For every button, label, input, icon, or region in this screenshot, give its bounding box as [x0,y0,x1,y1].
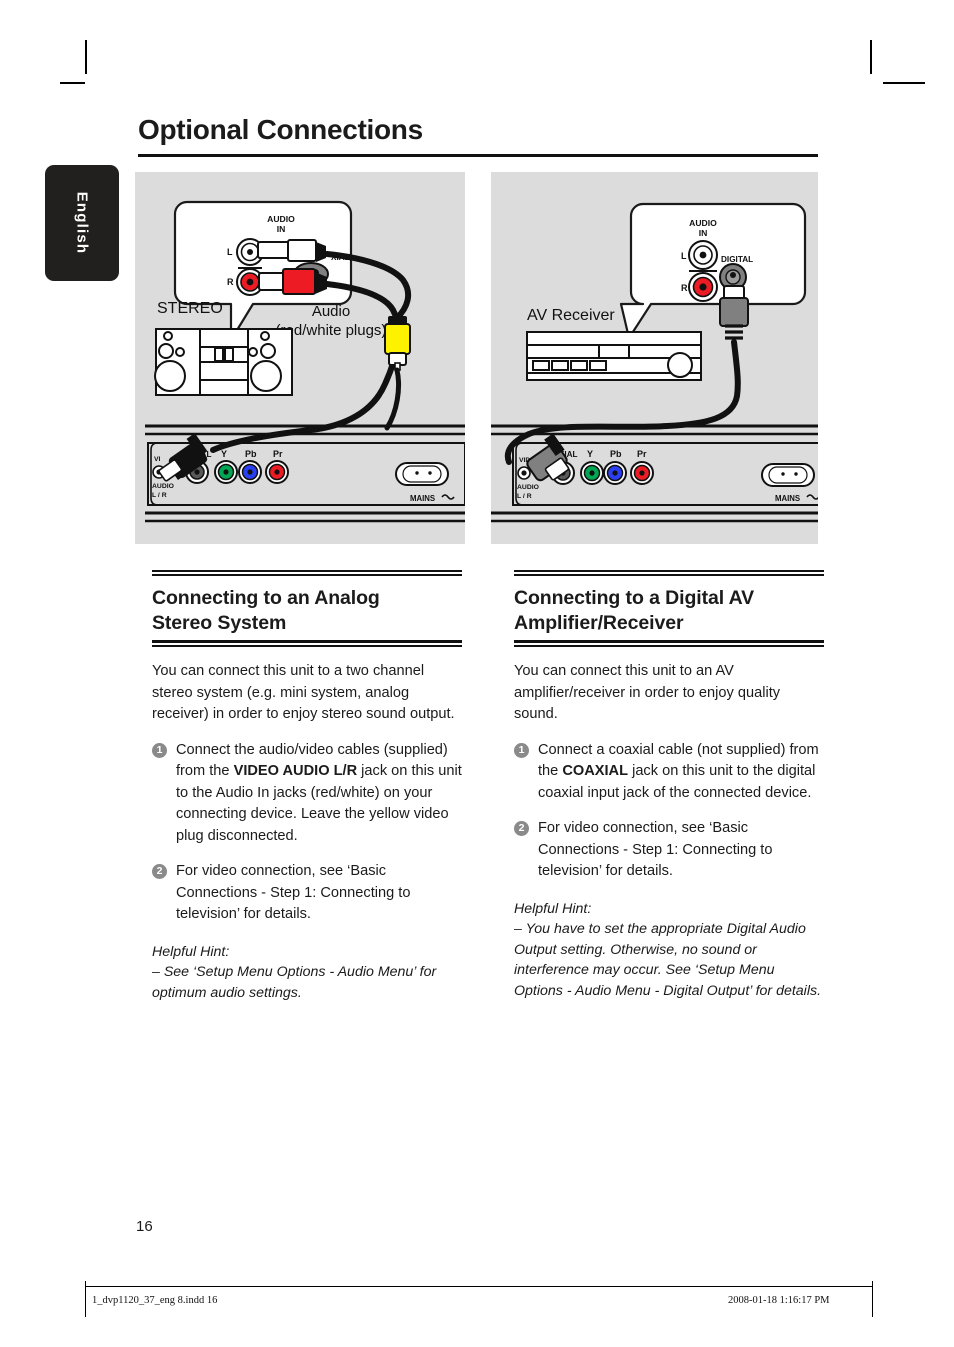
step-item: 1 Connect a coaxial cable (not supplied)… [514,740,824,805]
svg-text:AUDIO: AUDIO [267,214,295,224]
svg-text:AUDIO: AUDIO [689,218,717,228]
svg-text:L / R: L / R [517,493,532,500]
jack-component-pb-right [603,461,627,485]
section-rule-top2 [152,574,462,576]
section-rule-top [152,570,462,572]
step-text-pre: For video connection, see ‘Basic Connect… [176,863,411,922]
svg-text:L: L [227,247,233,257]
section-heading-line1: Connecting to an Analog [152,587,380,609]
svg-text:Y: Y [221,449,227,459]
crop-mark-top-right-vertical [870,40,872,74]
footer-timestamp: 2008-01-18 1:16:17 PM [728,1295,830,1306]
svg-text:Y: Y [587,449,593,459]
rca-jack-right-red-r [688,272,718,302]
section-heading: Connecting to a Digital AV Amplifier/Rec… [514,586,824,636]
section-rule-bottom2 [152,645,462,647]
section-rule-top [514,570,824,572]
jack-component-y-right [580,461,604,485]
step-item: 2 For video connection, see ‘Basic Conne… [514,818,824,883]
title-rule [138,154,818,157]
crop-mark-top-left-vertical [85,40,87,74]
section-rule-bottom [152,640,462,643]
svg-text:R: R [227,277,234,287]
section-intro: You can connect this unit to a two chann… [152,663,455,722]
crop-mark-top-right-horizontal [883,82,925,84]
helpful-hint-label: Helpful Hint: [152,943,230,960]
step-text-bold: VIDEO AUDIO L/R [233,763,358,779]
svg-text:MAINS: MAINS [775,494,800,503]
svg-text:L / R: L / R [152,492,167,499]
section-rule-bottom2 [514,645,824,647]
plug-white [257,239,326,262]
helpful-hint-label: Helpful Hint: [514,900,592,917]
svg-text:Audio: Audio [312,303,350,320]
stereo-system-illustration [154,328,293,396]
section-heading-line1: Connecting to a Digital AV [514,587,755,609]
diagram-digital-av-receiver: AUDIO IN L R DIGITAL AV Receiver AUDIO L… [491,172,818,544]
step-text-bold: COAXIAL [562,763,629,779]
svg-text:MAINS: MAINS [410,494,435,503]
jack-component-y [214,460,238,484]
section-analog-stereo: Connecting to an Analog Stereo System Yo… [152,570,462,1003]
rca-jack-left-white-r [688,240,718,270]
helpful-hint-text: – You have to set the appropriate Digita… [514,921,822,999]
svg-text:VI: VI [154,456,161,463]
section-heading-line2: Amplifier/Receiver [514,612,684,634]
step-number-badge: 2 [152,864,167,879]
av-receiver-illustration [526,331,702,381]
plug-yellow-video [384,316,411,371]
section-heading: Connecting to an Analog Stereo System [152,586,462,636]
step-item: 1 Connect the audio/video cables (suppli… [152,740,462,848]
svg-text:R: R [681,283,688,293]
svg-text:DIGITAL: DIGITAL [721,255,753,264]
jack-component-pr [265,460,289,484]
diagram-analog-stereo: AUDIO IN L R XIAL STEREO Audio (red/whit… [135,172,465,544]
svg-text:Pb: Pb [610,449,622,459]
step-item: 2 For video connection, see ‘Basic Conne… [152,861,462,926]
helpful-hint: Helpful Hint: – See ‘Setup Menu Options … [152,942,462,1004]
section-heading-line2: Stereo System [152,612,287,634]
footer-filename: 1_dvp1120_37_eng 8.indd 16 [92,1295,218,1306]
svg-text:Pr: Pr [637,449,647,459]
jack-component-pb [238,460,262,484]
page-number: 16 [136,1218,153,1235]
svg-text:L: L [681,251,687,261]
section-intro: You can connect this unit to an AV ampli… [514,663,781,722]
svg-text:Pb: Pb [245,449,257,459]
helpful-hint: Helpful Hint: – You have to set the appr… [514,899,824,1002]
section-rule-bottom [514,640,824,643]
mains-socket-left [395,462,449,486]
jack-component-pr-right [630,461,654,485]
jack-video-right [517,466,531,480]
language-tab-label: English [73,191,91,255]
helpful-hint-text: – See ‘Setup Menu Options - Audio Menu’ … [152,964,437,1001]
section-digital-av: Connecting to a Digital AV Amplifier/Rec… [514,570,824,1001]
step-number-badge: 2 [514,821,529,836]
svg-text:AUDIO: AUDIO [152,483,174,490]
section-rule-top2 [514,574,824,576]
svg-text:IN: IN [699,228,708,238]
svg-text:Pr: Pr [273,449,283,459]
step-text-pre: For video connection, see ‘Basic Connect… [538,820,773,879]
page-title: Optional Connections [138,114,423,145]
svg-text:AUDIO: AUDIO [517,484,539,491]
stereo-label: STEREO [157,300,223,317]
footer-rule [85,1286,873,1287]
step-number-badge: 1 [514,742,529,758]
step-number-badge: 1 [152,742,167,758]
plug-red [258,268,327,295]
svg-text:IN: IN [277,224,286,234]
language-tab: English [45,165,119,281]
av-receiver-label: AV Receiver [527,307,615,324]
crop-mark-top-left-horizontal [60,82,85,84]
mains-socket-right [761,463,815,487]
